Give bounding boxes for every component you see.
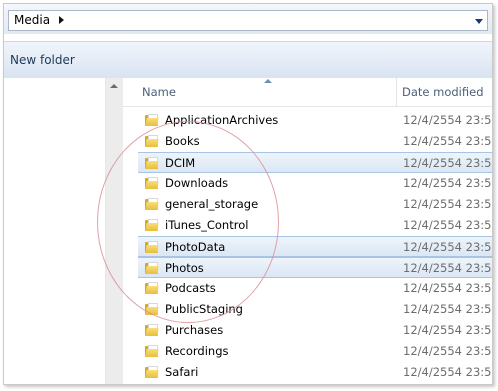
folder-icon (145, 241, 159, 253)
file-date-modified: 12/4/2554 23:50 (403, 365, 492, 379)
address-bar[interactable]: Media (8, 10, 488, 31)
command-bar: New folder (4, 41, 492, 79)
file-name: PublicStaging (165, 302, 243, 316)
explorer-window: Media New folder Name Date modified Appl… (3, 3, 493, 385)
file-row[interactable]: Photos 12/4/2554 23:50 (138, 257, 492, 278)
file-row[interactable]: ApplicationArchives 12/4/2554 23:50 (138, 110, 492, 130)
file-row[interactable]: PublicStaging 12/4/2554 23:50 (138, 299, 492, 319)
file-name: ApplicationArchives (165, 113, 279, 127)
file-date-modified: 12/4/2554 23:50 (403, 344, 492, 358)
column-header-name[interactable]: Name (142, 85, 176, 99)
file-row[interactable]: Safari 12/4/2554 23:50 (138, 362, 492, 382)
file-name: Photos (165, 261, 204, 275)
file-row[interactable]: Recordings 12/4/2554 23:50 (138, 341, 492, 361)
folder-icon (145, 282, 159, 294)
folder-icon (145, 157, 159, 169)
file-name: PhotoData (165, 240, 226, 254)
navigation-pane[interactable] (4, 78, 106, 384)
folder-icon (145, 219, 159, 231)
file-name: Downloads (165, 176, 229, 190)
file-date-modified: 12/4/2554 23:50 (403, 323, 492, 337)
file-row[interactable]: DCIM 12/4/2554 23:50 (138, 152, 492, 173)
folder-icon (145, 262, 159, 274)
file-date-modified: 12/4/2554 23:50 (403, 240, 492, 254)
file-date-modified: 12/4/2554 23:50 (403, 113, 492, 127)
file-date-modified: 12/4/2554 23:50 (403, 281, 492, 295)
file-date-modified: 12/4/2554 23:50 (403, 197, 492, 211)
file-name: iTunes_Control (165, 218, 249, 232)
file-name: DCIM (165, 156, 196, 170)
sort-ascending-icon (264, 79, 272, 83)
file-row[interactable]: Books 12/4/2554 23:50 (138, 131, 492, 151)
file-name: Books (165, 134, 200, 148)
file-date-modified: 12/4/2554 23:50 (403, 176, 492, 190)
column-header: Name Date modified (123, 78, 492, 107)
file-date-modified: 12/4/2554 23:50 (403, 261, 492, 275)
folder-icon (145, 366, 159, 378)
file-name: Recordings (165, 344, 229, 358)
file-row[interactable]: general_storage 12/4/2554 23:50 (138, 194, 492, 214)
file-date-modified: 12/4/2554 23:50 (403, 302, 492, 316)
column-divider[interactable] (396, 78, 397, 106)
folder-icon (145, 135, 159, 147)
address-bar-area: Media (4, 4, 492, 34)
folder-icon (145, 345, 159, 357)
file-date-modified: 12/4/2554 23:50 (403, 156, 492, 170)
file-name: Podcasts (165, 281, 216, 295)
new-folder-button[interactable]: New folder (10, 53, 75, 67)
file-date-modified: 12/4/2554 23:50 (403, 218, 492, 232)
file-row[interactable]: iTunes_Control 12/4/2554 23:50 (138, 215, 492, 235)
file-row[interactable]: PhotoData 12/4/2554 23:50 (138, 236, 492, 257)
folder-icon (145, 114, 159, 126)
chevron-right-icon[interactable] (59, 16, 64, 24)
folder-icon (145, 303, 159, 315)
navigation-pane-scrollbar[interactable] (106, 78, 123, 384)
folder-icon (145, 324, 159, 336)
folder-icon (145, 177, 159, 189)
breadcrumb-media[interactable]: Media (14, 13, 50, 27)
chevron-down-icon[interactable] (471, 11, 487, 30)
folder-icon (145, 198, 159, 210)
column-header-date-modified[interactable]: Date modified (402, 85, 484, 99)
file-row[interactable]: Podcasts 12/4/2554 23:50 (138, 278, 492, 298)
file-list: ApplicationArchives 12/4/2554 23:50 Books 1… (123, 107, 492, 384)
arrow-up-icon[interactable] (110, 84, 118, 88)
file-name: Purchases (165, 323, 224, 337)
file-row[interactable]: Downloads 12/4/2554 23:50 (138, 173, 492, 193)
file-name: Safari (165, 365, 199, 379)
file-row[interactable]: Purchases 12/4/2554 23:50 (138, 320, 492, 340)
file-name: general_storage (165, 197, 259, 211)
file-date-modified: 12/4/2554 23:50 (403, 134, 492, 148)
